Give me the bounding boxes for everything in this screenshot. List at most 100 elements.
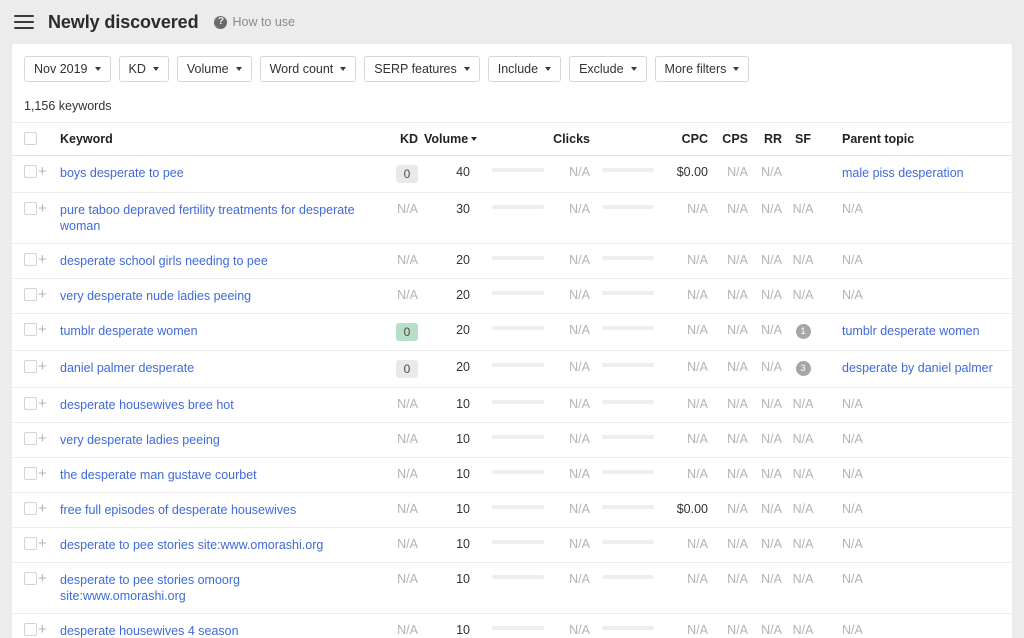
column-header-clicks[interactable]: Clicks (544, 123, 590, 156)
column-header-kd[interactable]: KD (372, 123, 424, 156)
parent-topic-value: N/A (842, 467, 863, 481)
bar-placeholder (602, 575, 654, 579)
keyword-link[interactable]: the desperate man gustave courbet (60, 467, 257, 483)
column-header-rr[interactable]: RR (748, 123, 782, 156)
keyword-link[interactable]: tumblr desperate women (60, 323, 198, 339)
row-checkbox[interactable] (24, 165, 37, 178)
clicks-value: N/A (569, 572, 590, 586)
keyword-link[interactable]: very desperate ladies peeing (60, 432, 220, 448)
row-checkbox[interactable] (24, 623, 37, 636)
table-row: + desperate to pee stories site:www.omora… (12, 527, 1012, 563)
volume-filter[interactable]: Volume (176, 56, 252, 82)
keyword-link[interactable]: desperate housewives 4 season (60, 623, 239, 638)
word-count-filter[interactable]: Word count (259, 56, 357, 82)
serp-features-filter[interactable]: SERP features (364, 56, 480, 82)
clicks-cell: N/A (544, 155, 590, 193)
parent-topic-link[interactable]: male piss desperation (842, 165, 964, 181)
keyword-link[interactable]: free full episodes of desperate housewiv… (60, 502, 296, 518)
row-checkbox[interactable] (24, 288, 37, 301)
plus-icon[interactable]: + (38, 622, 47, 637)
row-checkbox[interactable] (24, 397, 37, 410)
kd-value: N/A (397, 623, 418, 637)
bar-placeholder (602, 256, 654, 260)
cpc-value: N/A (687, 288, 708, 302)
row-checkbox[interactable] (24, 253, 37, 266)
volume-cell: 20 (424, 278, 480, 314)
cps-value: N/A (727, 202, 748, 216)
row-checkbox[interactable] (24, 572, 37, 585)
more-filters[interactable]: More filters (654, 56, 750, 82)
clicks-cell: N/A (544, 192, 590, 244)
exclude-filter[interactable]: Exclude (569, 56, 647, 82)
keyword-link[interactable]: desperate school girls needing to pee (60, 253, 268, 269)
chevron-down-icon (94, 67, 101, 71)
plus-icon[interactable]: + (38, 466, 47, 481)
app-header: Newly discovered ? How to use (0, 0, 1024, 44)
kd-cell: N/A (372, 527, 424, 563)
plus-icon[interactable]: + (38, 571, 47, 586)
bar-placeholder (602, 470, 654, 474)
plus-icon[interactable]: + (38, 322, 47, 337)
column-header-spacer-2 (590, 123, 654, 156)
cpc-value: N/A (687, 323, 708, 337)
keyword-link[interactable]: boys desperate to pee (60, 165, 184, 181)
parent-topic-link[interactable]: desperate by daniel palmer (842, 360, 993, 376)
table-row: + desperate school girls needing to pee N/… (12, 243, 1012, 279)
bar-placeholder (602, 505, 654, 509)
parent-topic-link[interactable]: tumblr desperate women (842, 323, 980, 339)
kd-value: N/A (397, 202, 418, 216)
table-row: + free full episodes of desperate housewi… (12, 492, 1012, 528)
keyword-link[interactable]: daniel palmer desperate (60, 360, 194, 376)
parent-topic-value: N/A (842, 397, 863, 411)
keyword-link[interactable]: desperate to pee stories omoorg site:www… (60, 572, 358, 604)
column-header-cps[interactable]: CPS (708, 123, 748, 156)
plus-icon[interactable]: + (38, 359, 47, 374)
row-checkbox[interactable] (24, 202, 37, 215)
volume-filter-label: Volume (186, 62, 229, 76)
bar-placeholder (492, 256, 544, 260)
plus-icon[interactable]: + (38, 536, 47, 551)
plus-icon[interactable]: + (38, 501, 47, 516)
column-header-cpc[interactable]: CPC (654, 123, 708, 156)
sort-desc-icon (471, 137, 478, 141)
row-checkbox[interactable] (24, 360, 37, 373)
volume-bar-cell (480, 192, 544, 244)
plus-icon[interactable]: + (38, 201, 47, 216)
column-header-volume[interactable]: Volume (424, 123, 480, 156)
keyword-link[interactable]: desperate housewives bree hot (60, 397, 234, 413)
date-filter[interactable]: Nov 2019 (24, 56, 111, 82)
column-header-sf[interactable]: SF (782, 123, 816, 156)
row-select-cell (12, 192, 38, 244)
cps-cell: N/A (708, 613, 748, 638)
parent-topic-value: N/A (842, 502, 863, 516)
plus-icon[interactable]: + (38, 431, 47, 446)
plus-icon[interactable]: + (38, 396, 47, 411)
kd-badge: 0 (396, 360, 418, 378)
volume-bar-cell (480, 492, 544, 528)
row-checkbox[interactable] (24, 537, 37, 550)
keyword-link[interactable]: desperate to pee stories site:www.omoras… (60, 537, 323, 553)
bar-placeholder (492, 470, 544, 474)
keyword-link[interactable]: pure taboo depraved fertility treatments… (60, 202, 358, 234)
hamburger-menu-icon[interactable] (14, 15, 34, 29)
column-header-keyword[interactable]: Keyword (60, 123, 372, 156)
bar-placeholder (602, 400, 654, 404)
chevron-down-icon (340, 67, 347, 71)
plus-icon[interactable]: + (38, 164, 47, 179)
plus-icon[interactable]: + (38, 252, 47, 267)
row-checkbox[interactable] (24, 502, 37, 515)
volume-bar-cell (480, 350, 544, 388)
select-all-checkbox[interactable] (24, 132, 37, 145)
how-to-use-link[interactable]: ? How to use (214, 15, 295, 29)
column-header-parent-topic[interactable]: Parent topic (816, 123, 1012, 156)
plus-icon[interactable]: + (38, 287, 47, 302)
keyword-link[interactable]: very desperate nude ladies peeing (60, 288, 251, 304)
how-to-use-label: How to use (232, 15, 295, 29)
row-expand-cell: + (38, 155, 60, 193)
row-checkbox[interactable] (24, 467, 37, 480)
row-checkbox[interactable] (24, 323, 37, 336)
row-select-cell (12, 155, 38, 193)
row-checkbox[interactable] (24, 432, 37, 445)
kd-filter[interactable]: KD (118, 56, 169, 82)
include-filter[interactable]: Include (487, 56, 562, 82)
